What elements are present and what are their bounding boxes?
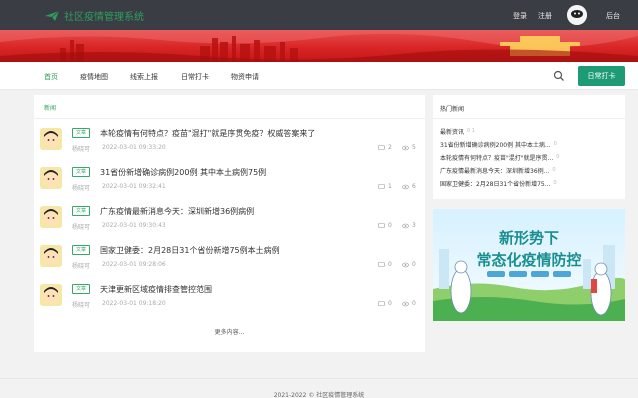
eye-icon [402,184,409,189]
admin-link[interactable]: 后台 [606,11,620,21]
news-date: 2022-03-01 09:28:06 [102,261,166,268]
nav-supply-request[interactable]: 物资申请 [231,72,259,82]
view-count: 0 [402,261,416,268]
news-date: 2022-03-01 09:30:43 [102,222,166,229]
author-avatar [40,206,62,228]
footer-copyright: 2021-2022 © 社区疫情管理系统 [273,392,365,398]
comment-count: 0 [378,300,392,307]
news-author: 杨晓可 [72,263,91,270]
news-date: 2022-03-01 09:32:41 [102,183,166,190]
nav-clue-report[interactable]: 线索上报 [130,72,158,82]
user-avatar[interactable] [567,5,587,25]
comment-count: 0 [378,261,392,268]
view-count: 5 [402,144,416,151]
article-tag: 文章 [72,245,91,255]
view-count: 6 [402,183,416,190]
article-tag: 文章 [72,167,91,177]
hot-news-header: 热门新闻 [433,95,625,119]
poster-subheadline: 常态化疫情防控 [476,251,581,269]
hot-news-item[interactable]: 本轮疫情有何特点？疫苗"混打"就是序贯... 0 [440,151,620,163]
news-title[interactable]: 广东疫情最新消息今天：深圳新增36例病例 [100,206,254,217]
main-nav: 首页 疫情地图 线索上报 日常打卡 物资申请 [0,62,638,90]
news-panel-header: 新闻 [34,95,425,119]
author-avatar [40,128,62,150]
news-item[interactable]: 文章 广东疫情最新消息今天：深圳新增36例病例 杨晓可 2022-03-01 0… [40,206,418,244]
login-link[interactable]: 登录 [513,11,527,21]
news-author: 杨晓可 [72,302,91,309]
more-content-link[interactable]: 更多内容... [34,327,425,336]
nav-home[interactable]: 首页 [44,72,58,82]
hot-news-panel: 热门新闻 最新资讯 0 1 31省份新增确诊病例200例 其中本土病... 0 本轮… [433,95,625,199]
hot-news-item[interactable]: 最新资讯 0 1 [440,125,620,137]
register-link[interactable]: 注册 [538,11,552,21]
news-date: 2022-03-01 09:18:20 [102,300,166,307]
comment-icon [378,300,385,306]
paper-plane-icon [45,10,60,21]
search-icon[interactable] [553,70,565,82]
news-title[interactable]: 国家卫健委：2月28日31个省份新增75例本土病例 [100,245,280,256]
comment-count: 0 [378,222,392,229]
top-bar: 社区疫情管理系统 登录 注册 后台 [0,0,638,30]
header-banner [0,30,638,62]
comment-count: 1 [378,183,392,190]
news-title[interactable]: 天津更新区域疫情排查管控范围 [100,284,212,295]
nav-epidemic-map[interactable]: 疫情地图 [80,72,108,82]
news-panel: 新闻 文章 本轮疫情有何特点？疫苗"混打"就是序贯免疫？权威答案来了 杨晓可 2… [34,95,425,352]
comment-icon [378,183,385,189]
news-author: 杨晓可 [72,146,91,153]
news-title[interactable]: 31省份新增确诊病例200例 其中本土病例75例 [100,167,266,178]
author-avatar [40,245,62,267]
hot-news-item[interactable]: 广东疫情最新消息今天：深圳新增36例... 0 [440,164,620,176]
view-count: 0 [402,300,416,307]
news-title[interactable]: 本轮疫情有何特点？疫苗"混打"就是序贯免疫？权威答案来了 [100,128,315,139]
eye-icon [402,145,409,150]
hot-news-item[interactable]: 国家卫健委：2月28日31个省份新增75... 0 [440,177,620,189]
epidemic-prevention-poster[interactable]: 新形势下 常态化疫情防控 [433,209,625,321]
article-tag: 文章 [72,284,91,294]
news-item[interactable]: 文章 国家卫健委：2月28日31个省份新增75例本土病例 杨晓可 2022-03… [40,245,418,283]
comment-icon [378,144,385,150]
news-item[interactable]: 文章 本轮疫情有何特点？疫苗"混打"就是序贯免疫？权威答案来了 杨晓可 2022… [40,128,418,166]
news-item[interactable]: 文章 31省份新增确诊病例200例 其中本土病例75例 杨晓可 2022-03-… [40,167,418,205]
eye-icon [402,262,409,267]
comment-count: 2 [378,144,392,151]
nav-daily-checkin[interactable]: 日常打卡 [181,72,209,82]
author-avatar [40,284,62,306]
hot-news-title: 热门新闻 [440,106,465,113]
article-tag: 文章 [72,128,91,138]
news-author: 杨晓可 [72,224,91,231]
news-date: 2022-03-01 09:33:20 [102,144,166,151]
author-avatar [40,167,62,189]
eye-icon [402,223,409,228]
article-tag: 文章 [72,206,91,216]
poster-headline: 新形势下 [499,229,559,247]
footer: 2021-2022 © 社区疫情管理系统 [0,378,638,398]
site-title: 社区疫情管理系统 [64,12,144,23]
daily-checkin-button[interactable]: 日常打卡 [578,66,625,86]
news-author: 杨晓可 [72,185,91,192]
comment-icon [378,222,385,228]
comment-icon [378,261,385,267]
view-count: 3 [402,222,416,229]
hot-news-item[interactable]: 31省份新增确诊病例200例 其中本土病... 0 [440,138,620,150]
eye-icon [402,301,409,306]
news-section-title: 新闻 [44,105,57,112]
news-item[interactable]: 文章 天津更新区域疫情排查管控范围 杨晓可 2022-03-01 09:18:2… [40,284,418,322]
site-logo[interactable]: 社区疫情管理系统 [44,8,144,23]
